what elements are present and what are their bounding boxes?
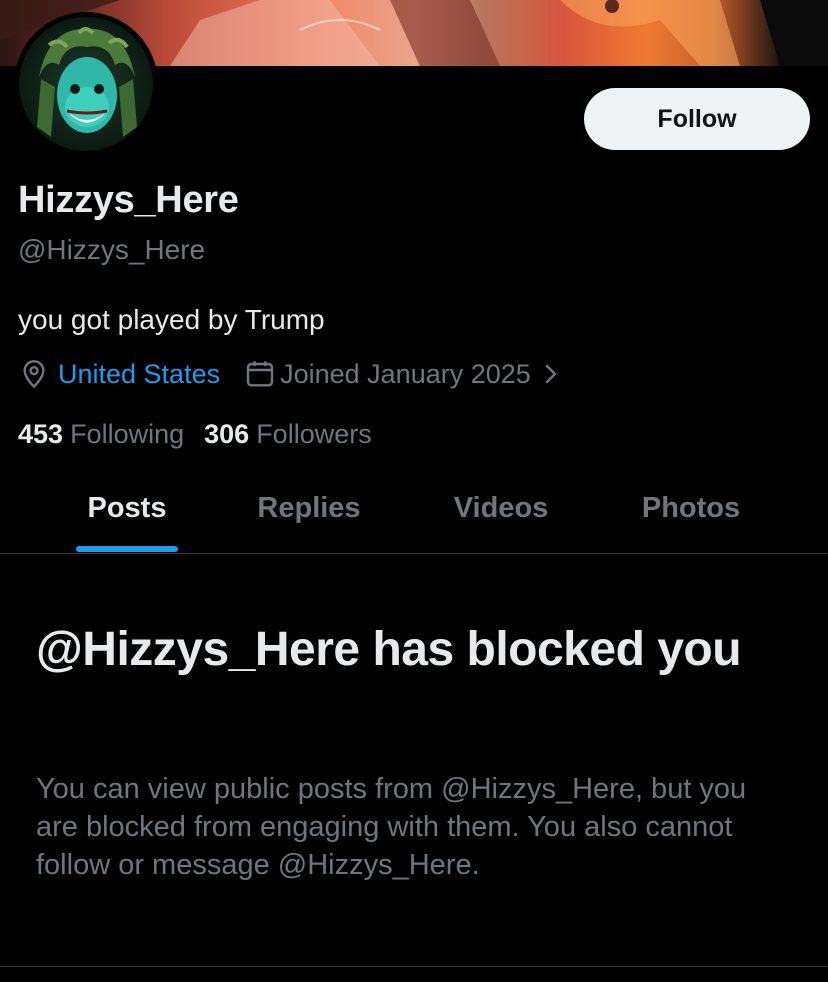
chevron-right-icon[interactable]	[539, 362, 563, 386]
profile-tabs: Posts Replies Videos Photos	[0, 466, 828, 554]
blocked-title: @Hizzys_Here has blocked you	[36, 623, 742, 676]
profile-page: Follow Hizzys_Here @Hizzys_Here you got …	[0, 0, 828, 982]
profile-bio: you got played by Trump	[18, 304, 325, 335]
location-pin-icon	[23, 360, 45, 389]
tab-photos[interactable]: Photos	[616, 466, 766, 552]
display-name: Hizzys_Here	[18, 179, 239, 221]
profile-meta: United States Joined January 2025	[18, 356, 563, 392]
profile-avatar[interactable]	[14, 12, 158, 156]
joined-date[interactable]: Joined January 2025	[280, 359, 531, 390]
following-count[interactable]: 453	[18, 419, 63, 450]
tab-videos[interactable]: Videos	[428, 466, 574, 552]
followers-label[interactable]: Followers	[256, 419, 372, 450]
blocked-description: You can view public posts from @Hizzys_H…	[36, 773, 747, 881]
tab-replies[interactable]: Replies	[234, 466, 384, 552]
following-label[interactable]: Following	[70, 419, 184, 450]
avatar-image	[19, 17, 153, 151]
calendar-icon	[246, 361, 274, 387]
active-tab-indicator	[76, 546, 178, 552]
location-text: United States	[58, 358, 221, 389]
follow-stats: 453 Following 306 Followers	[18, 416, 372, 452]
followers-count[interactable]: 306	[204, 419, 249, 450]
tab-posts[interactable]: Posts	[62, 466, 192, 552]
bottom-divider	[0, 966, 828, 967]
user-handle: @Hizzys_Here	[18, 234, 206, 265]
tabs-divider	[0, 553, 828, 554]
follow-button[interactable]: Follow	[584, 88, 810, 150]
